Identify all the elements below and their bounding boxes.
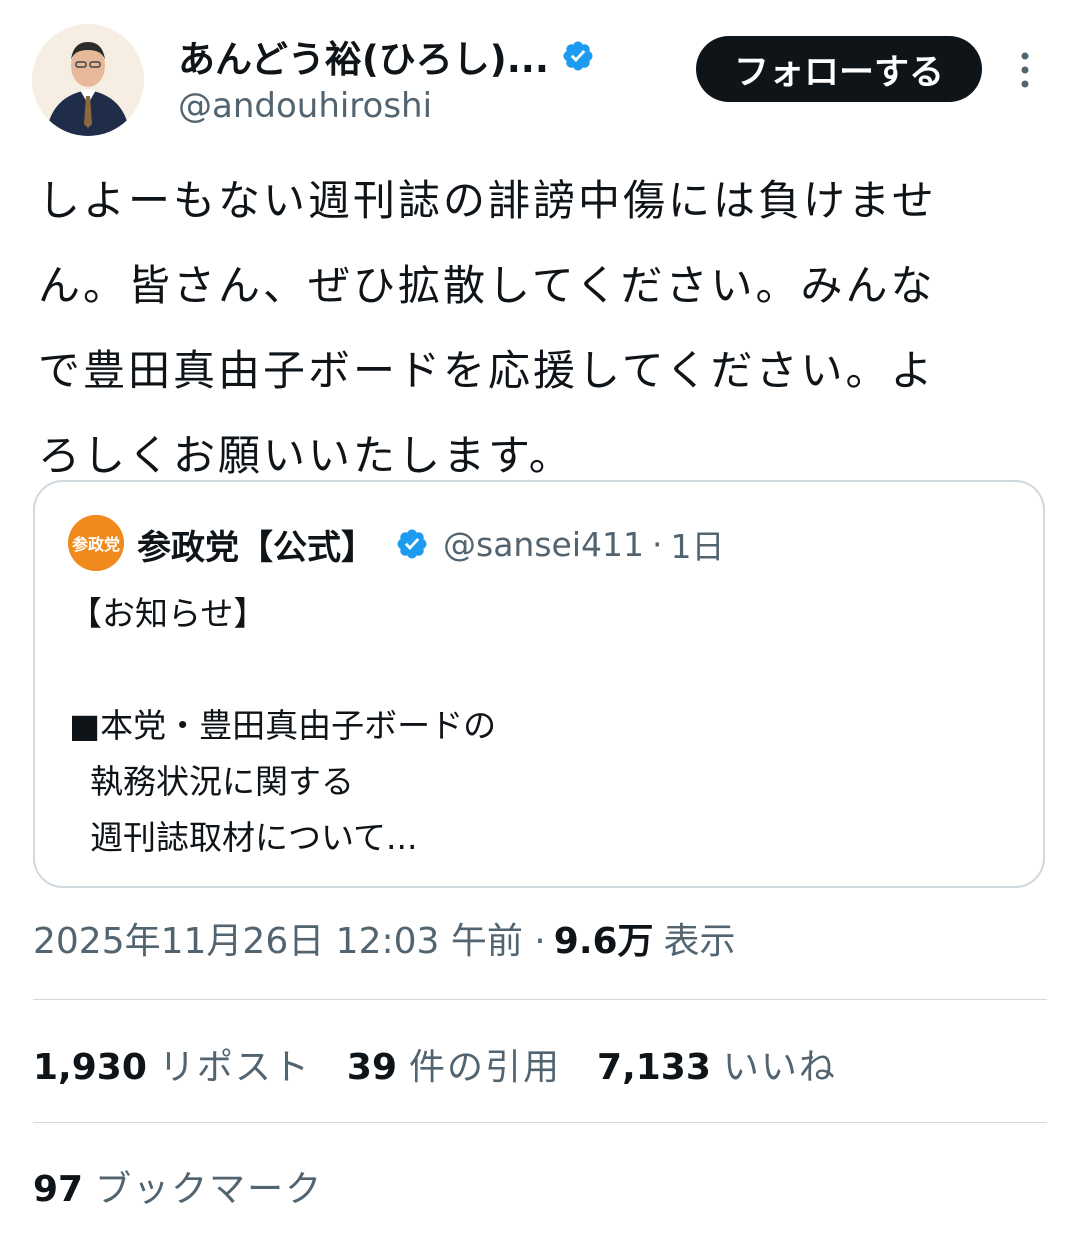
bookmarks-count: 97: [33, 1169, 84, 1210]
likes-count: 7,133: [597, 1047, 711, 1088]
view-count-label: 表示: [663, 921, 736, 962]
reposts-stat[interactable]: 1,930 リポスト: [33, 1038, 311, 1090]
author-avatar[interactable]: [32, 24, 144, 136]
reposts-label: リポスト: [158, 1047, 311, 1088]
bookmarks-label: ブックマーク: [95, 1169, 324, 1210]
divider: [33, 999, 1047, 1000]
quotes-count: 39: [346, 1047, 397, 1088]
quoted-verified-badge-icon: [397, 529, 427, 559]
quoted-author-name[interactable]: 参政党【公式】: [137, 520, 375, 569]
quoted-author-handle[interactable]: @sansei411: [443, 525, 644, 564]
view-count: 9.6万: [553, 921, 654, 962]
follow-button[interactable]: フォローする: [696, 36, 982, 102]
author-display-name[interactable]: あんどう裕(ひろし)...: [178, 29, 549, 83]
more-options-icon[interactable]: [1017, 50, 1033, 90]
quoted-tweet-text: 【お知らせ】 ■本党・豊田真由子ボードの 執務状況に関する 週刊誌取材について.…: [69, 594, 497, 857]
quoted-tweet-card[interactable]: 参政党 参政党【公式】 @sansei411 · 1日 【お知らせ】 ■本党・豊…: [33, 480, 1045, 888]
author-info: あんどう裕(ひろし)... @andouhiroshi: [178, 30, 595, 126]
quotes-stat[interactable]: 39 件の引用: [347, 1038, 561, 1090]
quoted-tweet-header: 参政党【公式】 @sansei411 · 1日: [137, 516, 724, 572]
tweet-text: しよーもない週刊誌の誹謗中傷には負けませ ん。皆さん、ぜひ拡散してください。みん…: [38, 176, 937, 480]
reposts-count: 1,930: [33, 1047, 147, 1088]
quotes-label: 件の引用: [409, 1047, 562, 1088]
author-name-row: あんどう裕(ひろし)...: [178, 30, 595, 82]
author-handle[interactable]: @andouhiroshi: [178, 86, 595, 126]
engagement-stats: 1,930 リポスト 39 件の引用 7,133 いいね: [33, 1038, 873, 1090]
tweet-timestamp[interactable]: 2025年11月26日 12:03 午前 ·: [33, 912, 546, 964]
quoted-author-avatar[interactable]: 参政党: [68, 515, 124, 571]
tweet-header: あんどう裕(ひろし)... @andouhiroshi フォローする: [32, 24, 1048, 136]
quoted-separator: ·: [651, 524, 663, 564]
bookmarks-stat[interactable]: 97 ブックマーク: [33, 1160, 323, 1212]
tweet-meta: 2025年11月26日 12:03 午前 · 9.6万 表示: [33, 912, 736, 964]
divider: [33, 1122, 1047, 1123]
likes-stat[interactable]: 7,133 いいね: [597, 1038, 837, 1090]
quoted-avatar-logo-text: 参政党: [72, 535, 120, 554]
likes-label: いいね: [722, 1047, 837, 1088]
quoted-tweet-time[interactable]: 1日: [670, 520, 724, 568]
verified-badge-icon[interactable]: [561, 39, 595, 73]
